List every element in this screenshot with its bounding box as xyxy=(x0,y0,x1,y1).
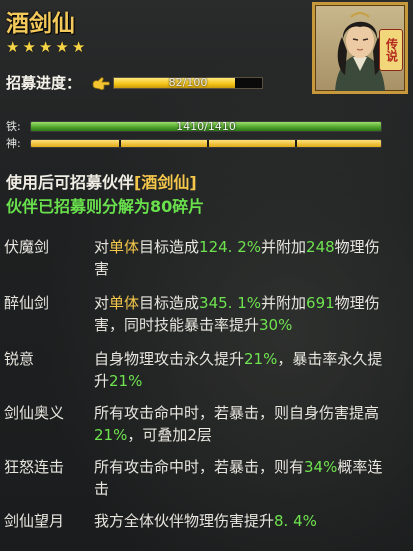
pointing-hand-icon xyxy=(91,75,111,91)
recruit-progress-text: 82/100 xyxy=(168,75,208,89)
mp-bar-fill xyxy=(31,139,381,147)
hp-label: 铁: xyxy=(6,120,21,133)
skill-description: 所有攻击命中时，若暴击，则有34%概率连击 xyxy=(94,458,383,498)
recruit-progress-bar: 82/100 xyxy=(113,75,264,89)
skill-description: 对单体目标造成345. 1%并附加691物理伤害，同时技能暴击率提升30% xyxy=(94,294,380,334)
star-rating: ★ ★ ★ ★ ★ xyxy=(6,40,85,55)
decompose-text: 伙伴已招募则分解为80碎片 xyxy=(6,197,205,216)
recruit-usage-prefix: 使用后可招募伙伴 xyxy=(6,173,135,192)
skill-name: 锐意 xyxy=(4,350,35,368)
skill-row: 狂怒连击 所有攻击命中时，若暴击，则有34%概率连击 xyxy=(4,456,404,500)
hero-portrait: 传说 xyxy=(312,2,408,94)
skill-name: 醉仙剑 xyxy=(4,294,50,312)
mp-bar-divider xyxy=(207,139,209,147)
star-icon: ★ xyxy=(38,38,53,56)
legend-badge: 传说 xyxy=(379,29,403,71)
recruit-usage-text: 使用后可招募伙伴[酒剑仙] xyxy=(6,169,197,193)
mp-row: 神: xyxy=(6,135,382,151)
hp-bar: 1410/1410 xyxy=(30,120,382,132)
skill-name: 狂怒连击 xyxy=(4,458,65,476)
star-icon: ★ xyxy=(22,38,36,56)
recruit-label: 招募进度： xyxy=(6,74,82,92)
skill-name: 剑仙望月 xyxy=(4,512,65,530)
hero-detail-panel: 酒剑仙 ★ ★ ★ ★ ★ 招募进度： 82/100 传说 铁: 1410/14… xyxy=(0,0,413,551)
star-icon: ★ xyxy=(71,38,86,56)
skill-description: 对单体目标造成124. 2%并附加248物理伤害 xyxy=(94,238,380,278)
mp-bar-divider xyxy=(295,139,297,147)
star-icon: ★ xyxy=(6,38,20,56)
skill-row: 醉仙剑 对单体目标造成345. 1%并附加691物理伤害，同时技能暴击率提升30% xyxy=(4,292,404,336)
skill-row: 伏魔剑 对单体目标造成124. 2%并附加248物理伤害 xyxy=(4,236,404,280)
skill-description: 我方全体伙伴物理伤害提升8. 4% xyxy=(94,512,317,530)
hp-row: 铁: 1410/1410 xyxy=(6,118,382,134)
skill-row: 剑仙望月 我方全体伙伴物理伤害提升8. 4% xyxy=(4,510,404,532)
star-icon: ★ xyxy=(55,38,69,56)
skill-description: 自身物理攻击永久提升21%，暴击率永久提升21% xyxy=(94,350,383,390)
mp-bar xyxy=(30,138,382,148)
hp-text: 1410/1410 xyxy=(176,120,236,132)
mp-bar-divider xyxy=(119,139,121,147)
recruit-partner-name: [酒剑仙] xyxy=(134,173,197,192)
skill-row: 锐意 自身物理攻击永久提升21%，暴击率永久提升21% xyxy=(4,348,404,392)
skill-description: 所有攻击命中时，若暴击，则自身伤害提高21%，可叠加2层 xyxy=(94,404,380,444)
skill-name: 伏魔剑 xyxy=(4,238,50,256)
mp-label: 神: xyxy=(6,137,21,150)
skill-name: 剑仙奥义 xyxy=(4,404,65,422)
skill-row: 剑仙奥义 所有攻击命中时，若暴击，则自身伤害提高21%，可叠加2层 xyxy=(4,402,404,446)
hero-name: 酒剑仙 xyxy=(6,11,75,37)
recruit-progress-row: 招募进度： 82/100 xyxy=(6,72,264,93)
